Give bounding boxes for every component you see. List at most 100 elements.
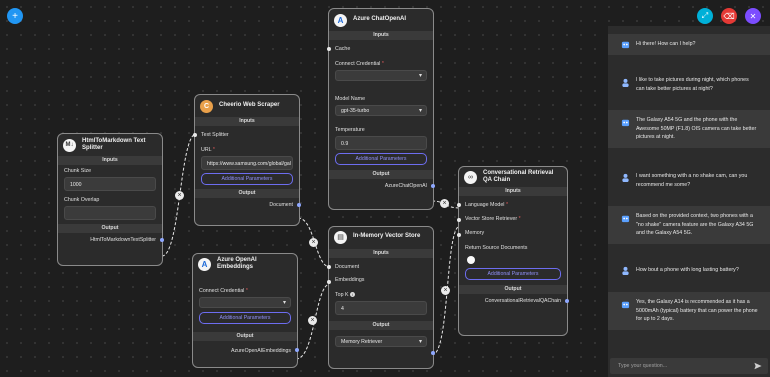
output-select[interactable]: Memory Retriever [335, 336, 427, 348]
chain-icon: ∞ [464, 170, 477, 184]
output-handle[interactable] [297, 203, 301, 207]
model-select[interactable]: gpt-35-turbo [335, 105, 427, 117]
return-source-documents-toggle[interactable] [467, 256, 475, 264]
url-input[interactable]: https://www.samsung.com/global/gal [201, 156, 293, 170]
cache-label: Cache [335, 46, 351, 52]
info-icon[interactable]: i [350, 292, 356, 297]
memory-label: Memory [465, 230, 485, 236]
chat-message-bot: Hi there! How can I help? [608, 34, 770, 55]
edge-delete-button[interactable]: × [309, 238, 318, 247]
cache-anchor: Cache [327, 40, 433, 58]
eraser-icon: ⌫ [723, 11, 735, 21]
output-handle[interactable] [431, 351, 435, 355]
retriever-label: Vector Store Retriever [465, 216, 518, 222]
chunk-size-label: Chunk Size [64, 168, 92, 174]
chat-message-text: How bout a phone with long lasting batte… [636, 267, 739, 273]
edge-delete-button[interactable]: × [440, 199, 449, 208]
robot-icon [621, 41, 630, 49]
text-splitter-anchor: Text Splitter [193, 126, 299, 144]
node-conversational-retrieval-qa-chain[interactable]: ∞ Conversational Retrieval QA Chain Inpu… [457, 166, 569, 336]
retriever-handle[interactable] [457, 218, 461, 222]
cache-handle[interactable] [327, 47, 331, 51]
inputs-header: Inputs [329, 249, 433, 258]
node-in-memory-vector-store[interactable]: ▤ In-Memory Vector Store Inputs Document… [327, 226, 435, 369]
output-name: AzureOpenAIEmbeddings [231, 348, 291, 354]
url-label-row: URL * [201, 147, 215, 153]
embeddings-anchor: Embeddings [327, 275, 433, 289]
node-cheerio-web-scraper[interactable]: C Cheerio Web Scraper Inputs Text Splitt… [193, 94, 301, 226]
additional-parameters-button[interactable]: Additional Parameters [199, 312, 291, 324]
chat-message-text: Hi there! How can I help? [636, 41, 696, 47]
expand-icon: ⤢ [701, 11, 709, 20]
credential-label-row: Connect Credential * [335, 61, 384, 67]
chunk-overlap-input[interactable] [64, 206, 156, 220]
send-icon[interactable] [754, 362, 762, 370]
output-handle[interactable] [295, 347, 299, 352]
robot-icon [621, 119, 630, 127]
topk-input[interactable]: 4 [335, 301, 427, 315]
document-label: Document [335, 264, 360, 270]
output-handle[interactable] [431, 184, 435, 188]
robot-icon [621, 215, 630, 223]
close-chat-button[interactable]: ✕ [745, 8, 761, 24]
inputs-header: Inputs [459, 187, 567, 196]
expand-chat-button[interactable]: ⤢ [697, 8, 713, 24]
node-title: Azure OpenAI Embeddings [217, 256, 257, 270]
output-anchor: Document [195, 198, 301, 212]
output-name: Document [269, 202, 293, 208]
output-header: Output [58, 224, 162, 233]
credential-select[interactable] [335, 70, 427, 82]
model-label: Model Name [335, 96, 366, 102]
credential-select[interactable] [199, 297, 291, 309]
additional-parameters-button[interactable]: Additional Parameters [201, 173, 293, 185]
chat-message-text: I want something with a no shake cam, ca… [636, 173, 748, 188]
output-name: ConversationalRetrievalQAChain [484, 298, 561, 304]
chat-message-bot: Based on the provided context, two phone… [608, 206, 770, 244]
user-icon [622, 266, 629, 275]
memory-handle[interactable] [457, 232, 461, 237]
edge-delete-button[interactable]: × [441, 286, 450, 295]
document-handle[interactable] [327, 264, 331, 269]
clear-chat-button[interactable]: ⌫ [721, 8, 737, 24]
text-splitter-label: Text Splitter [201, 132, 229, 138]
node-title: In-Memory Vector Store [353, 233, 421, 240]
temperature-input[interactable]: 0.9 [335, 136, 427, 150]
output-handle[interactable] [160, 238, 164, 242]
inputs-header: Inputs [58, 156, 162, 165]
topk-label-row: Top K i [329, 289, 433, 300]
edge-delete-button[interactable]: × [308, 316, 317, 325]
return-docs-label: Return Source Documents [465, 245, 528, 251]
node-title: Conversational Retrieval QA Chain [483, 169, 554, 183]
additional-parameters-button[interactable]: Additional Parameters [465, 268, 561, 280]
memory-anchor: Memory [457, 227, 567, 242]
text-splitter-handle[interactable] [193, 133, 197, 137]
output-name: AzureChatOpenAI [384, 183, 427, 189]
output-anchor: HtmlToMarkdownTextSplitter [58, 233, 164, 247]
chunk-size-input[interactable]: 1000 [64, 177, 156, 191]
additional-parameters-button[interactable]: Additional Parameters [335, 153, 427, 165]
chat-input[interactable]: Type your question... [610, 358, 768, 374]
retriever-anchor: Vector Store Retriever * [457, 213, 567, 227]
output-anchor: AzureChatOpenAI [329, 179, 435, 193]
node-text-splitter[interactable]: M↓ HtmlToMarkdown Text Splitter Inputs C… [57, 133, 164, 266]
node-azure-chatopenai[interactable]: A Azure ChatOpenAI Inputs Cache Connect … [327, 8, 435, 210]
embeddings-handle[interactable] [327, 280, 331, 284]
inputs-header: Inputs [195, 117, 299, 126]
cheerio-icon: C [200, 99, 213, 113]
chat-message-user: I want something with a no shake cam, ca… [608, 166, 770, 196]
chunk-overlap-label: Chunk Overlap [64, 197, 100, 203]
node-title: HtmlToMarkdown Text Splitter [82, 137, 146, 151]
chat-message-user: How bout a phone with long lasting batte… [608, 260, 770, 281]
node-azure-openai-embeddings[interactable]: A Azure OpenAI Embeddings Connect Creden… [192, 253, 299, 368]
chat-message-text: I like to take pictures during night, wh… [636, 77, 749, 92]
azure-icon: A [198, 257, 211, 271]
url-label: URL [201, 147, 212, 153]
output-handle[interactable] [565, 299, 569, 303]
language-model-handle[interactable] [457, 202, 461, 207]
add-node-button[interactable]: + [7, 8, 23, 24]
edge-delete-button[interactable]: × [175, 191, 184, 200]
language-model-anchor: Language Model * [457, 196, 567, 213]
output-header: Output [459, 285, 567, 294]
chat-message-text: Based on the provided context, two phone… [636, 213, 754, 237]
azure-icon: A [334, 13, 347, 27]
